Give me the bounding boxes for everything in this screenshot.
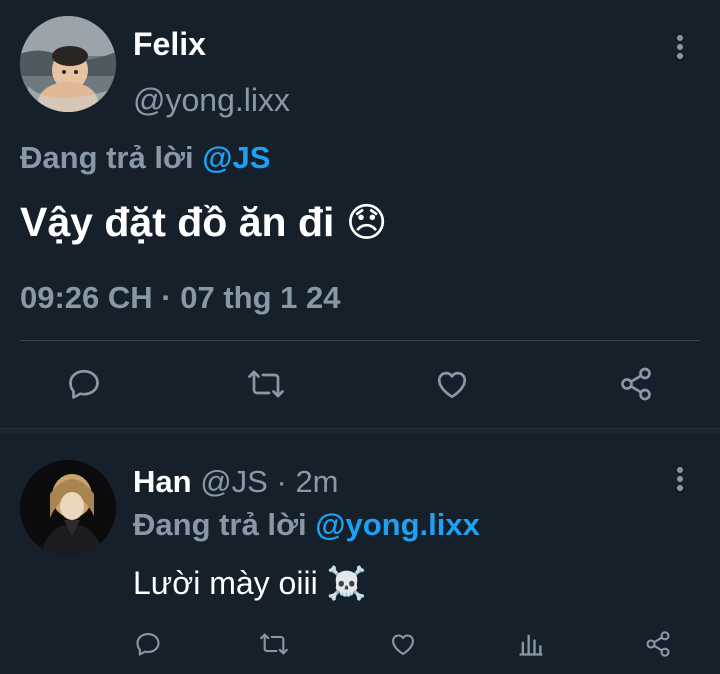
more-vertical-icon[interactable] <box>670 465 690 495</box>
reply-to-link[interactable]: @yong.lixx <box>315 507 480 542</box>
reply-author-handle[interactable]: @JS <box>200 464 268 499</box>
timestamp-divider <box>20 340 700 341</box>
more-vertical-icon[interactable] <box>670 33 690 63</box>
reply-header: Han @JS · 2m <box>133 462 339 502</box>
retweet-icon[interactable] <box>258 630 290 658</box>
tweet-text: Vậy đặt đồ ăn đi 😞 <box>20 197 388 248</box>
reply-context: Đang trả lời @yong.lixx <box>133 505 480 545</box>
tweet-separator <box>0 428 720 433</box>
reply-icon[interactable] <box>134 630 162 658</box>
reply-author-avatar[interactable] <box>20 460 116 556</box>
reply-text: Lười mày oiii ☠️ <box>133 563 366 603</box>
reply-text-body: Lười mày oiii <box>133 565 318 601</box>
like-icon[interactable] <box>389 630 417 658</box>
reply-icon[interactable] <box>66 366 102 402</box>
retweet-icon[interactable] <box>246 366 286 402</box>
reply-prefix: Đang trả lời <box>20 140 194 175</box>
skull-crossbones-emoji: ☠️ <box>326 565 367 601</box>
share-icon[interactable] <box>618 366 654 402</box>
reply-author-name[interactable]: Han <box>133 464 192 499</box>
author-avatar[interactable] <box>20 16 116 112</box>
analytics-icon[interactable] <box>517 630 545 658</box>
share-icon[interactable] <box>644 630 672 658</box>
reply-to-link[interactable]: @JS <box>202 140 270 175</box>
reply-prefix: Đang trả lời <box>133 507 307 542</box>
tweet-text-body: Vậy đặt đồ ăn đi <box>20 199 335 245</box>
disappointed-face-emoji: 😞 <box>345 201 388 245</box>
author-handle[interactable]: @yong.lixx <box>133 80 290 120</box>
like-icon[interactable] <box>434 366 470 402</box>
reply-time-ago[interactable]: 2m <box>295 464 338 499</box>
reply-context: Đang trả lời @JS <box>20 138 270 178</box>
author-name[interactable]: Felix <box>133 24 206 64</box>
time-separator: · <box>276 464 287 499</box>
tweet-timestamp[interactable]: 09:26 CH · 07 thg 1 24 <box>20 278 340 318</box>
